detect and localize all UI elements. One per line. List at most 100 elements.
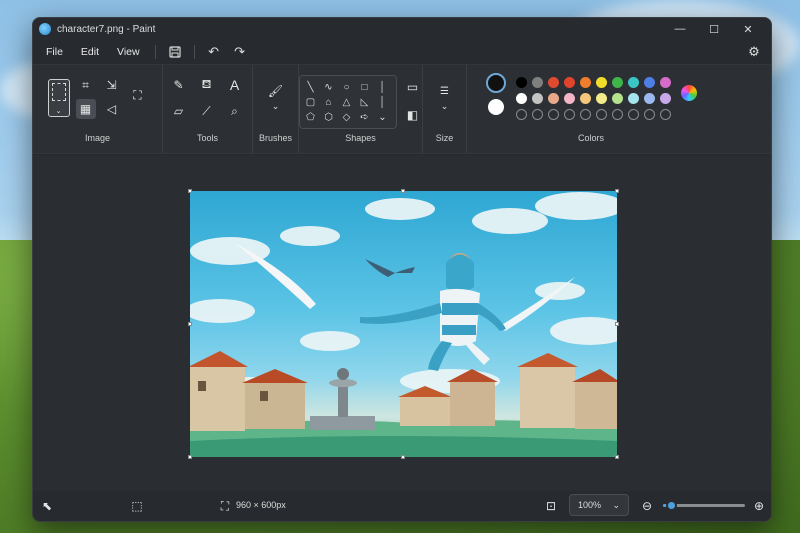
primary-color-swatch[interactable] bbox=[485, 73, 506, 93]
color-swatch[interactable] bbox=[643, 93, 655, 104]
zoom-slider-thumb[interactable] bbox=[666, 500, 678, 511]
oval-shape-icon[interactable]: ○ bbox=[341, 81, 353, 93]
rounded-rect-shape-icon[interactable]: ▢ bbox=[305, 96, 317, 108]
zoom-dropdown[interactable]: 100% ⌄ bbox=[569, 494, 629, 516]
color-palette bbox=[515, 77, 671, 120]
maximize-button[interactable]: ☐ bbox=[697, 18, 731, 40]
resize-handle[interactable] bbox=[615, 455, 619, 459]
menu-edit[interactable]: Edit bbox=[74, 43, 106, 61]
color-swatch[interactable] bbox=[611, 77, 623, 88]
scroll-down-icon[interactable]: │ bbox=[377, 96, 389, 108]
color-swatch[interactable] bbox=[547, 77, 559, 88]
resize-handle[interactable] bbox=[615, 189, 619, 193]
brush-icon[interactable]: 🖌 bbox=[266, 81, 286, 101]
custom-color-slot[interactable] bbox=[563, 109, 575, 120]
color-swatch[interactable] bbox=[643, 77, 655, 88]
color-swatch[interactable] bbox=[515, 77, 527, 88]
fit-to-window-icon[interactable]: ⊡ bbox=[541, 496, 561, 516]
resize-handle[interactable] bbox=[615, 322, 619, 326]
arrow-shape-icon[interactable]: ➪ bbox=[359, 111, 371, 123]
resize-handle[interactable] bbox=[188, 455, 192, 459]
zoom-in-icon[interactable]: ⊕ bbox=[749, 496, 769, 516]
resize-handle[interactable] bbox=[188, 322, 192, 326]
menu-file[interactable]: File bbox=[39, 43, 70, 61]
secondary-color-swatch[interactable] bbox=[487, 99, 504, 115]
undo-icon[interactable]: ↶ bbox=[203, 42, 225, 62]
color-swatch[interactable] bbox=[579, 77, 591, 88]
color-swatch[interactable] bbox=[547, 93, 559, 104]
edit-colors-icon[interactable] bbox=[680, 85, 697, 101]
shapes-group: ╲ ∿ ○ □ │ ▢ ⌂ △ ◺ │ ⬠ ⬡ ◇ ➪ ⌄ ▭ ◧ Shapes bbox=[298, 65, 423, 153]
custom-color-slot[interactable] bbox=[579, 109, 591, 120]
menu-view[interactable]: View bbox=[110, 43, 147, 61]
fill-bucket-icon[interactable]: ⛾ bbox=[197, 75, 217, 95]
color-swatch[interactable] bbox=[563, 77, 575, 88]
canvas-area[interactable] bbox=[33, 155, 771, 491]
canvas-image[interactable] bbox=[190, 191, 617, 457]
line-shape-icon[interactable]: ╲ bbox=[305, 81, 317, 93]
magnifier-icon[interactable]: ⌕ bbox=[225, 101, 245, 121]
pencil-icon[interactable]: ✎ bbox=[169, 75, 189, 95]
menu-divider bbox=[154, 45, 156, 59]
curve-shape-icon[interactable]: ∿ bbox=[323, 81, 335, 93]
window-title: character7.png - Paint bbox=[57, 23, 156, 35]
rectangle-shape-icon[interactable]: □ bbox=[359, 81, 371, 93]
crop-icon[interactable]: ⌗ bbox=[76, 75, 96, 95]
outline-icon[interactable]: ▭ bbox=[403, 77, 423, 97]
cursor-position-icon: ⬉ bbox=[41, 499, 53, 513]
size-group: ☰ ⌄ Size bbox=[423, 65, 467, 153]
custom-color-slot[interactable] bbox=[659, 109, 671, 120]
polygon-shape-icon[interactable]: ⌂ bbox=[323, 96, 335, 108]
custom-color-slot[interactable] bbox=[643, 109, 655, 120]
custom-color-slot[interactable] bbox=[547, 109, 559, 120]
color-swatch[interactable] bbox=[627, 93, 639, 104]
line-width-icon[interactable]: ☰ bbox=[435, 81, 455, 101]
custom-color-slot[interactable] bbox=[531, 109, 543, 120]
color-swatch[interactable] bbox=[595, 77, 607, 88]
fill-icon[interactable]: ◧ bbox=[403, 105, 423, 125]
pentagon-shape-icon[interactable]: ⬠ bbox=[305, 111, 317, 123]
diamond-shape-icon[interactable]: ◇ bbox=[341, 111, 353, 123]
redo-icon[interactable]: ↷ bbox=[229, 42, 251, 62]
zoom-slider[interactable] bbox=[663, 500, 745, 511]
image-select-icon[interactable]: ▦ bbox=[75, 99, 96, 119]
custom-color-slot[interactable] bbox=[611, 109, 623, 120]
color-swatch[interactable] bbox=[531, 93, 543, 104]
eraser-icon[interactable]: ▱ bbox=[169, 101, 189, 121]
color-swatch[interactable] bbox=[515, 93, 527, 104]
color-swatch[interactable] bbox=[579, 93, 591, 104]
chevron-down-icon[interactable]: ⌄ bbox=[266, 101, 286, 111]
settings-gear-icon[interactable]: ⚙ bbox=[743, 42, 765, 62]
resize-handle[interactable] bbox=[401, 189, 405, 193]
image-size-icon: ⛶ bbox=[220, 498, 230, 513]
remove-background-icon[interactable]: ⛶ bbox=[128, 85, 148, 105]
hexagon-shape-icon[interactable]: ⬡ bbox=[323, 111, 335, 123]
resize-handle[interactable] bbox=[401, 455, 405, 459]
color-swatch[interactable] bbox=[563, 93, 575, 104]
color-picker-icon[interactable]: ⟋ bbox=[197, 101, 217, 121]
chevron-down-icon[interactable]: ⌄ bbox=[435, 101, 455, 111]
custom-color-slot[interactable] bbox=[595, 109, 607, 120]
minimize-button[interactable]: — bbox=[663, 18, 697, 40]
color-swatch[interactable] bbox=[627, 77, 639, 88]
close-button[interactable]: ✕ bbox=[731, 18, 765, 40]
resize-icon[interactable]: ⇲ bbox=[102, 75, 122, 95]
more-shapes-icon[interactable]: ⌄ bbox=[377, 111, 389, 123]
resize-handle[interactable] bbox=[188, 189, 192, 193]
scroll-up-icon[interactable]: │ bbox=[377, 81, 389, 93]
color-swatch[interactable] bbox=[531, 77, 543, 88]
color-swatch[interactable] bbox=[595, 93, 607, 104]
triangle-shape-icon[interactable]: △ bbox=[341, 96, 353, 108]
custom-color-slot[interactable] bbox=[627, 109, 639, 120]
color-swatch[interactable] bbox=[659, 93, 671, 104]
color-swatch[interactable] bbox=[611, 93, 623, 104]
color-swatch[interactable] bbox=[659, 77, 671, 88]
text-tool-icon[interactable]: A bbox=[225, 75, 245, 95]
status-bar: ⬉ ⬚ ⛶ 960 × 600px ⊡ 100% ⌄ ⊖ ⊕ bbox=[33, 491, 771, 521]
right-triangle-shape-icon[interactable]: ◺ bbox=[359, 96, 371, 108]
zoom-out-icon[interactable]: ⊖ bbox=[637, 496, 657, 516]
rotate-icon[interactable]: ◁ bbox=[102, 99, 122, 119]
save-icon[interactable] bbox=[164, 42, 186, 62]
custom-color-slot[interactable] bbox=[515, 109, 527, 120]
selection-tool-button[interactable]: ⌄ bbox=[47, 79, 70, 117]
